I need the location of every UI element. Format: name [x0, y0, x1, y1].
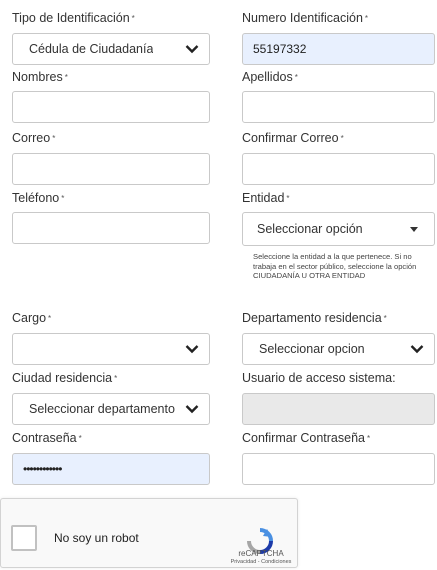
cargo-select[interactable] — [12, 333, 210, 365]
required-mark: * — [131, 14, 135, 23]
confirmar-correo-field[interactable] — [242, 153, 435, 185]
numero-identificacion-label: Numero Identificación * — [242, 11, 368, 26]
required-mark: * — [366, 434, 371, 443]
usuario-input — [243, 394, 434, 424]
entidad-select[interactable]: Seleccionar opción — [242, 212, 435, 246]
entidad-help-text: Seleccione la entidad a la que pertenece… — [253, 252, 417, 281]
confirmar-contrasena-field[interactable] — [242, 453, 435, 485]
cargo-label-text: Cargo — [12, 311, 47, 325]
required-mark: * — [78, 434, 82, 443]
telefono-label-text: Teléfono — [12, 191, 60, 205]
apellidos-field[interactable] — [242, 91, 435, 123]
contrasena-label: Contraseña * — [12, 431, 82, 446]
telefono-label: Teléfono * — [12, 191, 64, 206]
recaptcha-links[interactable]: Privacidad - Condiciones — [223, 559, 299, 565]
contrasena-label-text: Contraseña — [12, 431, 77, 445]
confirmar-contrasena-input[interactable] — [243, 454, 434, 484]
ciudad-value: Seleccionar departamento — [29, 402, 175, 416]
contrasena-input[interactable] — [13, 454, 209, 484]
usuario-field — [242, 393, 435, 425]
telefono-input[interactable] — [13, 213, 209, 243]
nombres-label-text: Nombres — [12, 70, 63, 84]
departamento-value: Seleccionar opcion — [259, 342, 365, 356]
numero-identificacion-field[interactable] — [242, 33, 435, 65]
required-mark: * — [294, 73, 298, 82]
required-mark: * — [48, 314, 52, 323]
chevron-down-icon — [185, 345, 199, 354]
required-mark: * — [61, 194, 65, 203]
ciudad-label-text: Ciudad residencia — [12, 371, 113, 385]
tipo-identificacion-label-text: Tipo de Identificación — [12, 11, 130, 25]
departamento-label: Departamento residencia * — [242, 311, 387, 326]
chevron-down-icon — [185, 45, 199, 54]
recaptcha-brand: reCAPTCHA — [238, 549, 284, 558]
required-mark: * — [340, 134, 344, 143]
confirmar-correo-label-text: Confirmar Correo — [242, 131, 339, 145]
apellidos-label: Apellidos * — [242, 70, 298, 85]
numero-identificacion-input[interactable] — [243, 34, 434, 64]
confirmar-contrasena-label-text: Confirmar Contraseña — [242, 431, 365, 445]
recaptcha-label: No soy un robot — [54, 531, 139, 545]
chevron-down-icon — [410, 345, 424, 354]
nombres-field[interactable] — [12, 91, 210, 123]
nombres-label: Nombres * — [12, 70, 68, 85]
correo-input[interactable] — [13, 154, 209, 184]
required-mark: * — [64, 73, 68, 82]
entidad-value: Seleccionar opción — [257, 222, 363, 236]
correo-field[interactable] — [12, 153, 210, 185]
chevron-down-icon — [185, 405, 199, 414]
cargo-label: Cargo * — [12, 311, 51, 326]
apellidos-input[interactable] — [243, 92, 434, 122]
contrasena-field[interactable] — [12, 453, 210, 485]
required-mark: * — [364, 14, 369, 23]
telefono-field[interactable] — [12, 212, 210, 244]
usuario-label: Usuario de acceso sistema: — [242, 371, 396, 385]
tipo-identificacion-label: Tipo de Identificación * — [12, 11, 135, 26]
entidad-label: Entidad * — [242, 191, 290, 206]
recaptcha-widget: No soy un robot reCAPTCHA Privacidad - C… — [0, 498, 298, 568]
confirmar-correo-label: Confirmar Correo * — [242, 131, 344, 146]
ciudad-select[interactable]: Seleccionar departamento — [12, 393, 210, 425]
required-mark: * — [52, 134, 56, 143]
required-mark: * — [114, 374, 118, 383]
confirmar-correo-input[interactable] — [243, 154, 434, 184]
apellidos-label-text: Apellidos — [242, 70, 293, 84]
numero-identificacion-label-text: Numero Identificación — [242, 11, 363, 25]
caret-down-icon — [410, 226, 418, 232]
nombres-input[interactable] — [13, 92, 209, 122]
required-mark: * — [286, 194, 290, 203]
departamento-label-text: Departamento residencia — [242, 311, 382, 325]
ciudad-label: Ciudad residencia * — [12, 371, 117, 386]
entidad-label-text: Entidad — [242, 191, 285, 205]
tipo-identificacion-select[interactable]: Cédula de Ciudadanía — [12, 33, 210, 65]
tipo-identificacion-value: Cédula de Ciudadanía — [29, 42, 154, 56]
confirmar-contrasena-label: Confirmar Contraseña * — [242, 431, 370, 446]
recaptcha-checkbox[interactable] — [11, 525, 37, 551]
correo-label: Correo * — [12, 131, 55, 146]
departamento-select[interactable]: Seleccionar opcion — [242, 333, 435, 365]
required-mark: * — [383, 314, 387, 323]
correo-label-text: Correo — [12, 131, 51, 145]
